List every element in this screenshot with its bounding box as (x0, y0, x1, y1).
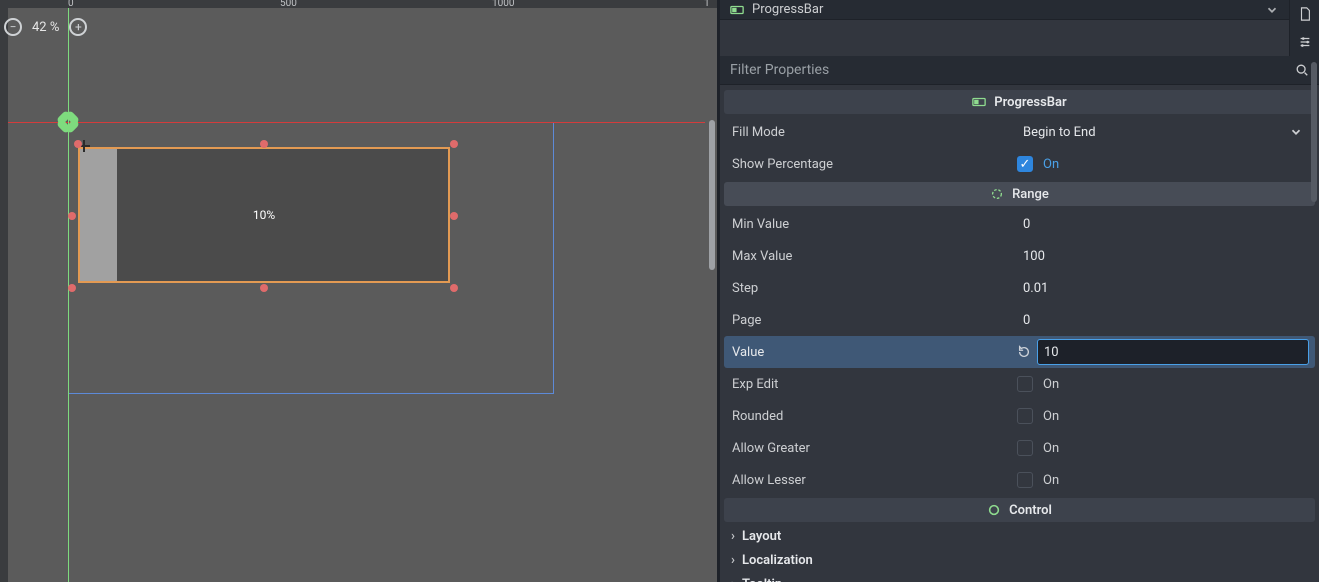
allow-lesser-checkbox[interactable] (1017, 472, 1033, 488)
prop-label: Fill Mode (732, 125, 1017, 140)
prop-label: Page (732, 313, 1017, 328)
resize-handle-bot-left[interactable] (68, 284, 76, 292)
inspector-scrollbar[interactable] (1311, 62, 1317, 202)
max-value-field[interactable]: 100 (1017, 243, 1309, 269)
step-field[interactable]: 0.01 (1017, 275, 1309, 301)
checkbox-on-label: On (1043, 473, 1059, 488)
property-settings-button[interactable] (1290, 28, 1319, 56)
section-progressbar[interactable]: ProgressBar (724, 90, 1315, 114)
prop-label: Exp Edit (732, 377, 1017, 392)
prop-label: Step (732, 281, 1017, 296)
section-control[interactable]: Control (724, 498, 1315, 522)
ruler-tick: 0 (68, 0, 74, 9)
prop-label: Show Percentage (732, 157, 1017, 172)
ruler-horizontal: 0 500 1000 1 (0, 0, 717, 8)
resize-handle-mid-left[interactable] (68, 212, 76, 220)
prop-allow-lesser: Allow Lesser On (724, 464, 1315, 496)
prop-rounded: Rounded On (724, 400, 1315, 432)
prop-label: Value (732, 345, 1017, 360)
resize-handle-top-right[interactable] (450, 140, 458, 148)
resize-handle-bot-mid[interactable] (260, 284, 268, 292)
fold-label: Localization (742, 553, 813, 568)
search-icon[interactable] (1295, 63, 1309, 77)
resize-handle-top-left[interactable] (74, 140, 82, 148)
editor-viewport[interactable]: 0 500 1000 1 − 42 % + 10% (0, 0, 720, 582)
viewport-scrollbar[interactable] (709, 120, 715, 270)
open-docs-button[interactable] (1290, 0, 1319, 28)
ruler-tick: 500 (280, 0, 297, 9)
origin-gizmo-icon[interactable] (56, 110, 80, 134)
prop-allow-greater: Allow Greater On (724, 432, 1315, 464)
inspector-node-header[interactable]: ProgressBar (720, 0, 1289, 20)
inspector-node-type: ProgressBar (752, 2, 823, 17)
progressbar-icon (972, 95, 986, 109)
chevron-down-icon (1289, 125, 1303, 139)
progressbar-percent-label: 10% (80, 149, 448, 281)
control-icon (987, 503, 1001, 517)
prop-label: Allow Greater (732, 441, 1017, 456)
filter-properties-input[interactable] (730, 62, 1287, 78)
range-icon (990, 187, 1004, 201)
checkbox-on-label: On (1043, 157, 1059, 172)
progressbar-icon (730, 3, 744, 17)
prop-show-percentage: Show Percentage ✓ On (724, 148, 1315, 180)
section-title: ProgressBar (994, 95, 1066, 110)
resize-handle-bot-right[interactable] (450, 284, 458, 292)
prop-exp-edit: Exp Edit On (724, 368, 1315, 400)
doc-icon (1298, 7, 1312, 21)
checkbox-on-label: On (1043, 377, 1059, 392)
fold-localization[interactable]: ›Localization (724, 548, 1315, 572)
axis-x-guide (0, 122, 705, 123)
prop-label: Allow Lesser (732, 473, 1017, 488)
prop-max-value: Max Value 100 (724, 240, 1315, 272)
progressbar-node[interactable]: 10% (78, 147, 450, 283)
prop-min-value: Min Value 0 (724, 208, 1315, 240)
resize-handle-top-mid[interactable] (260, 140, 268, 148)
prop-fill-mode: Fill Mode Begin to End (724, 116, 1315, 148)
exp-edit-checkbox[interactable] (1017, 376, 1033, 392)
fold-label: Tooltip (742, 577, 782, 582)
fold-label: Layout (742, 529, 781, 544)
value-field[interactable] (1037, 339, 1309, 365)
fold-layout[interactable]: ›Layout (724, 524, 1315, 548)
section-title: Range (1012, 187, 1049, 202)
checkbox-on-label: On (1043, 409, 1059, 424)
sliders-icon (1298, 35, 1312, 49)
fill-mode-dropdown[interactable]: Begin to End (1017, 119, 1309, 145)
inspector-panel: ProgressBar ProgressBar (720, 0, 1319, 582)
section-title: Control (1009, 503, 1052, 518)
ruler-tick: 1000 (492, 0, 514, 9)
show-percentage-checkbox[interactable]: ✓ (1017, 156, 1033, 172)
min-value-field[interactable]: 0 (1017, 211, 1309, 237)
chevron-down-icon[interactable] (1265, 3, 1279, 17)
dropdown-value: Begin to End (1023, 125, 1096, 140)
checkbox-on-label: On (1043, 441, 1059, 456)
page-field[interactable]: 0 (1017, 307, 1309, 333)
allow-greater-checkbox[interactable] (1017, 440, 1033, 456)
fold-tooltip[interactable]: ›Tooltip (724, 572, 1315, 582)
ruler-tick: 1 (704, 0, 710, 9)
reset-icon[interactable] (1017, 345, 1031, 359)
zoom-in-button[interactable]: + (69, 18, 87, 36)
zoom-out-button[interactable]: − (4, 18, 22, 36)
zoom-controls: − 42 % + (0, 16, 91, 38)
prop-label: Rounded (732, 409, 1017, 424)
prop-page: Page 0 (724, 304, 1315, 336)
rounded-checkbox[interactable] (1017, 408, 1033, 424)
resize-handle-mid-right[interactable] (450, 212, 458, 220)
prop-value: Value (724, 336, 1315, 368)
zoom-level[interactable]: 42 % (32, 20, 59, 35)
prop-step: Step 0.01 (724, 272, 1315, 304)
section-range[interactable]: Range (724, 182, 1315, 206)
ruler-vertical (0, 0, 8, 582)
prop-label: Max Value (732, 249, 1017, 264)
prop-label: Min Value (732, 217, 1017, 232)
